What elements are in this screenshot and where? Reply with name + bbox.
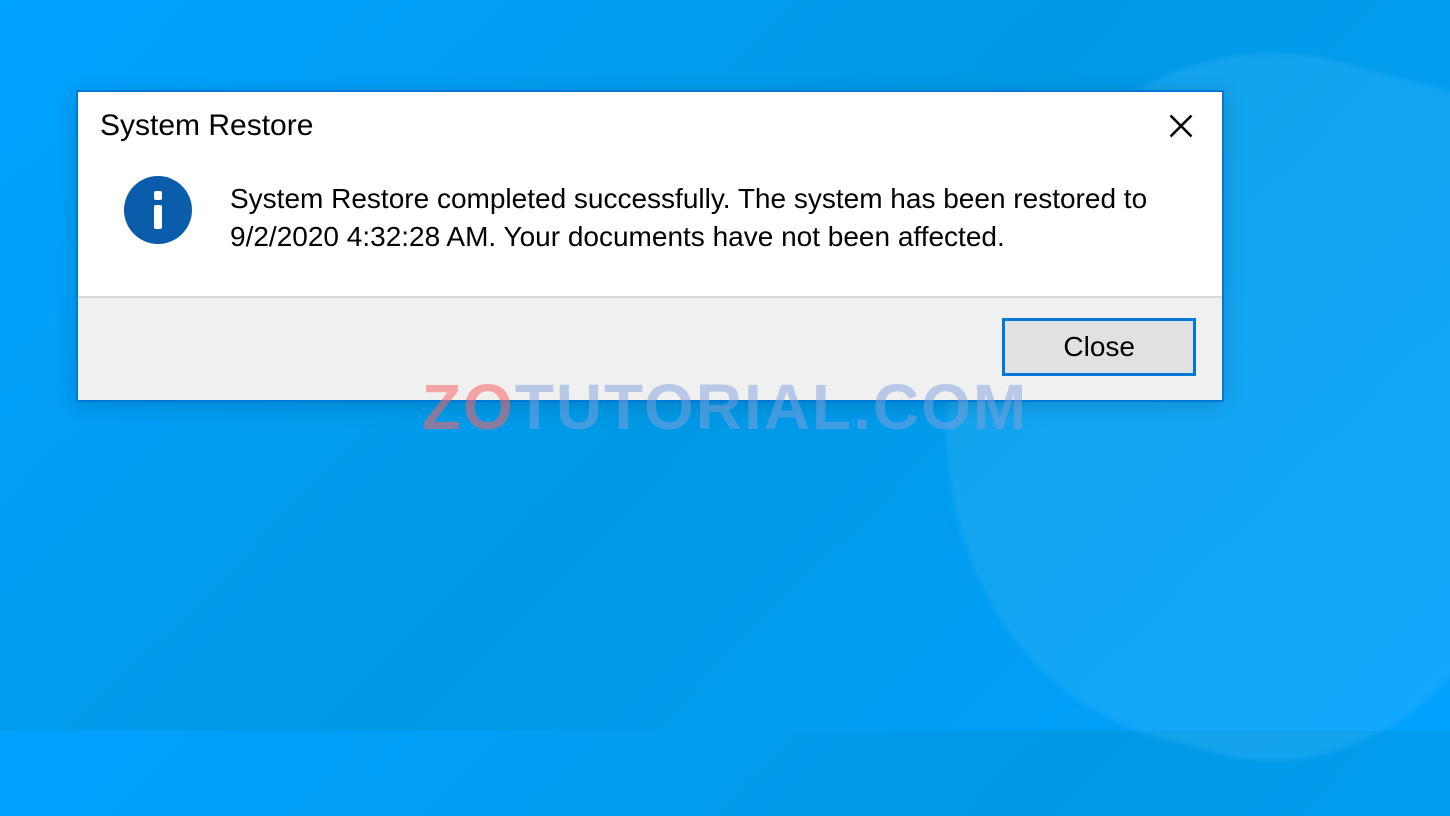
dialog-message: System Restore completed successfully. T… <box>230 180 1182 256</box>
close-x-glyph <box>1167 112 1195 140</box>
dialog-titlebar: System Restore <box>78 92 1222 160</box>
system-restore-dialog: System Restore System Restore completed … <box>76 90 1224 402</box>
dialog-title: System Restore <box>100 109 313 143</box>
close-button[interactable]: Close <box>1002 318 1196 376</box>
close-icon[interactable] <box>1158 106 1204 146</box>
dialog-footer: Close <box>78 296 1222 400</box>
dialog-content: System Restore completed successfully. T… <box>78 160 1222 296</box>
info-icon <box>124 176 192 244</box>
